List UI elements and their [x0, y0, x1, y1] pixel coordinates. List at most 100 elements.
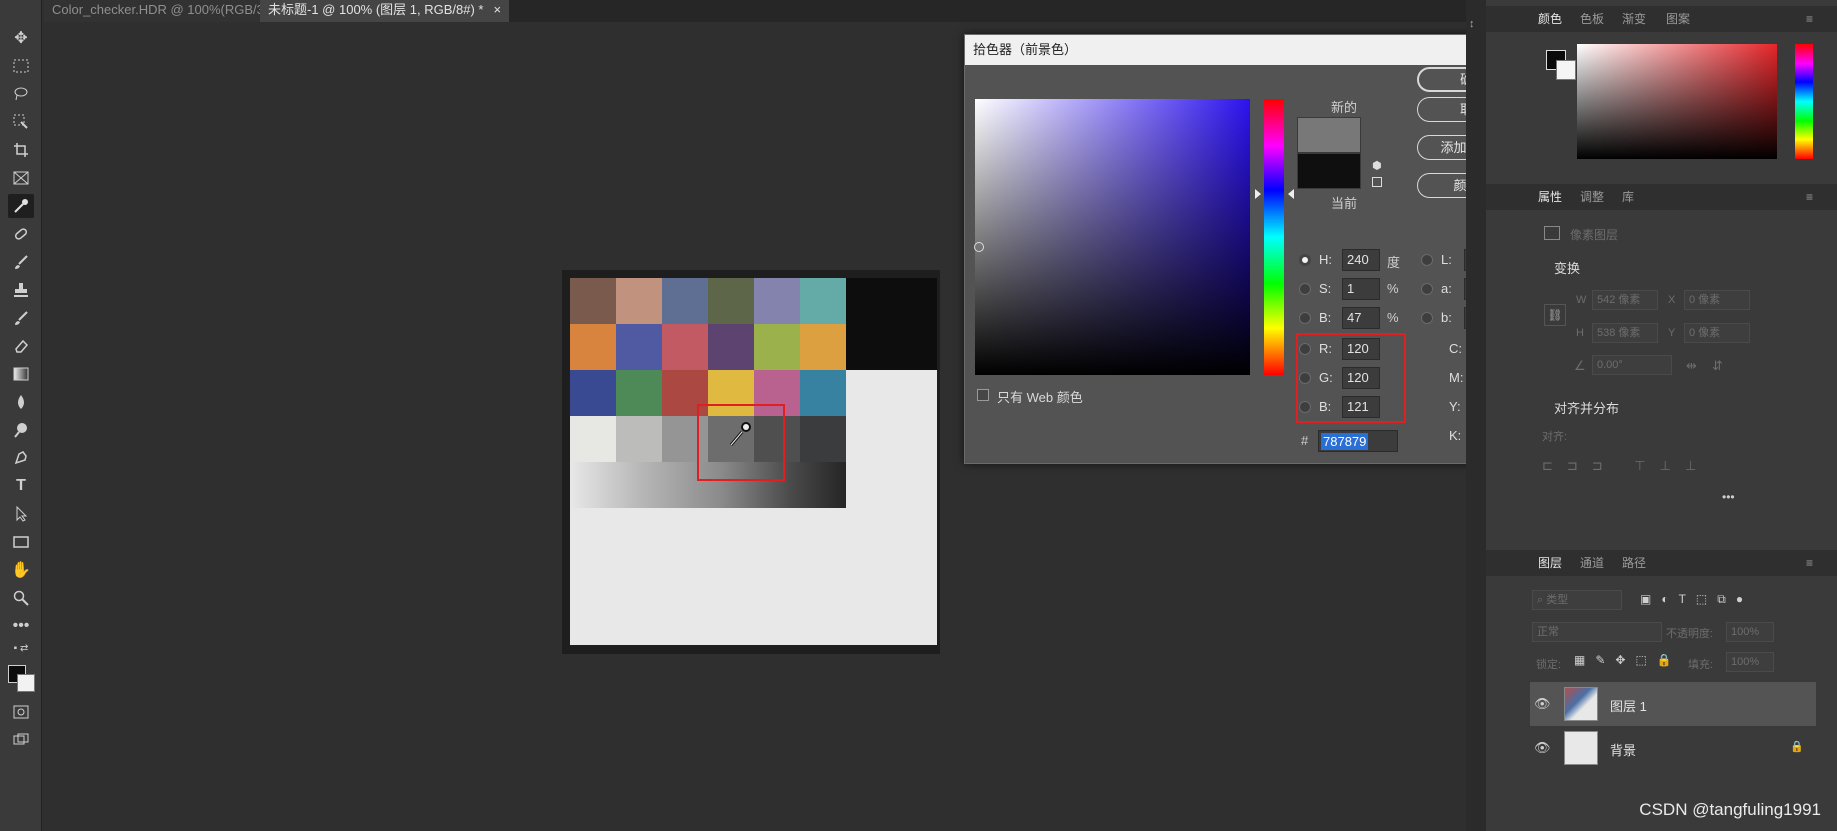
healing-brush-icon[interactable] [8, 222, 34, 246]
eyedropper-icon[interactable] [8, 194, 34, 218]
lightness-radio[interactable] [1421, 254, 1433, 266]
align-buttons-icon[interactable]: ⊏⊐⊐ ⊤⊥⊥ [1542, 458, 1710, 474]
brightness-radio[interactable] [1299, 312, 1311, 324]
tab-untitled-1[interactable]: 未标题-1 @ 100% (图层 1, RGB/8#) * × [260, 0, 510, 22]
more-options-icon[interactable]: ••• [1722, 490, 1735, 504]
hue-slider[interactable] [1264, 99, 1284, 375]
web-safe-icon[interactable] [1372, 177, 1382, 187]
color-panel-hue-slider[interactable] [1795, 44, 1813, 159]
history-brush-icon[interactable] [8, 306, 34, 330]
object-select-icon[interactable] [8, 110, 34, 134]
saturation-radio[interactable] [1299, 283, 1311, 295]
tab-libraries[interactable]: 库 [1622, 184, 1634, 210]
tab-paths[interactable]: 路径 [1622, 550, 1646, 576]
blue-input[interactable]: 121 [1342, 396, 1380, 418]
background-color-swatch[interactable] [17, 674, 35, 692]
quick-mask-icon[interactable] [8, 700, 34, 724]
lock-options-icons[interactable]: ▦✎✥⬚🔒 [1574, 653, 1682, 667]
red-input[interactable]: 120 [1342, 338, 1380, 360]
flip-vertical-icon[interactable]: ⇵ [1712, 358, 1723, 374]
height-input[interactable]: 538 像素 [1592, 323, 1658, 343]
layer-kind-filter[interactable]: ⌕ 类型 [1532, 590, 1622, 610]
layer-filter-icons[interactable]: ▣◐T⬚⧉● [1640, 592, 1753, 607]
green-input[interactable]: 120 [1342, 367, 1380, 389]
layer-name[interactable]: 背景 [1610, 740, 1636, 759]
width-input[interactable]: 542 像素 [1592, 290, 1658, 310]
color-patch [800, 278, 846, 324]
link-icon[interactable]: ⛓ [1544, 304, 1566, 326]
current-color-swatch[interactable] [1297, 153, 1361, 189]
more-icon[interactable]: ••• [8, 614, 34, 638]
fill-input[interactable]: 100% [1726, 652, 1774, 672]
move-icon[interactable]: ✥ [8, 26, 34, 50]
y-input[interactable]: 0 像素 [1684, 323, 1750, 343]
dodge-icon[interactable] [8, 418, 34, 442]
eraser-icon[interactable] [8, 334, 34, 358]
zoom-icon[interactable] [8, 586, 34, 610]
saturation-brightness-field[interactable] [975, 99, 1250, 375]
swap-colors-icon[interactable]: ▪ ⇄ [8, 640, 34, 656]
tab-color[interactable]: 颜色 [1538, 6, 1562, 32]
type-icon[interactable]: T [8, 474, 34, 498]
tab-properties[interactable]: 属性 [1538, 184, 1562, 210]
marquee-icon[interactable] [8, 54, 34, 78]
stamp-icon[interactable] [8, 278, 34, 302]
green-radio[interactable] [1299, 372, 1311, 384]
color-panel-field[interactable] [1577, 44, 1777, 159]
saturation-input[interactable]: 1 [1342, 278, 1380, 300]
panel-menu-icon[interactable]: ≡ [1806, 550, 1813, 576]
crop-icon[interactable] [8, 138, 34, 162]
lasso-icon[interactable] [8, 82, 34, 106]
b-channel-radio[interactable] [1421, 312, 1433, 324]
hue-input[interactable]: 240 [1342, 249, 1380, 271]
tab-gradients[interactable]: 渐变 [1622, 6, 1646, 32]
pen-icon[interactable] [8, 446, 34, 470]
screen-mode-icon[interactable] [8, 728, 34, 752]
panel-menu-icon[interactable]: ≡ [1806, 184, 1813, 210]
color-field-marker[interactable] [974, 242, 984, 252]
hue-radio[interactable] [1299, 254, 1311, 266]
angle-icon: ∠ [1574, 358, 1586, 373]
flip-horizontal-icon[interactable]: ⇹ [1686, 358, 1697, 374]
out-of-gamut-cube-icon[interactable]: ⬢ [1372, 159, 1384, 172]
history-panel-icon[interactable]: ↕ [1469, 18, 1483, 32]
web-colors-only-checkbox[interactable] [977, 389, 989, 401]
color-patch [570, 416, 616, 462]
angle-input[interactable]: 0.00° [1592, 355, 1672, 375]
saturation-unit: % [1387, 281, 1399, 296]
rectangle-icon[interactable] [8, 530, 34, 554]
panel-menu-icon[interactable]: ≡ [1806, 6, 1813, 32]
hex-input[interactable]: 787879 [1318, 430, 1398, 452]
hand-icon[interactable]: ✋ [8, 558, 34, 582]
tab-channels[interactable]: 通道 [1580, 550, 1604, 576]
brush-icon[interactable] [8, 250, 34, 274]
gradient-icon[interactable] [8, 362, 34, 386]
hue-slider-left-arrow-icon[interactable] [1255, 189, 1261, 199]
opacity-input[interactable]: 100% [1726, 622, 1774, 642]
document-tab-bar: Color_checker.HDR @ 100%(RGB/32*) × 未标题-1… [44, 0, 1466, 22]
a-channel-radio[interactable] [1421, 283, 1433, 295]
brightness-input[interactable]: 47 [1342, 307, 1380, 329]
x-input[interactable]: 0 像素 [1684, 290, 1750, 310]
red-radio[interactable] [1299, 343, 1311, 355]
panel-background-swatch[interactable] [1556, 60, 1576, 80]
tab-swatches[interactable]: 色板 [1580, 6, 1604, 32]
transform-title[interactable]: 变换 [1554, 258, 1580, 277]
blend-mode-select[interactable]: 正常 [1532, 622, 1662, 642]
blur-icon[interactable] [8, 390, 34, 414]
hue-label: H: [1319, 252, 1332, 267]
frame-icon[interactable] [8, 166, 34, 190]
close-icon[interactable]: × [493, 2, 501, 17]
tab-layers[interactable]: 图层 [1538, 550, 1562, 576]
tab-patterns[interactable]: 图案 [1666, 6, 1690, 32]
align-label: 对齐: [1542, 431, 1568, 443]
tab-adjustments[interactable]: 调整 [1580, 184, 1604, 210]
layer-name[interactable]: 图层 1 [1610, 696, 1647, 715]
path-select-icon[interactable] [8, 502, 34, 526]
blue-radio[interactable] [1299, 401, 1311, 413]
color-patch [570, 370, 616, 416]
visibility-eye-icon[interactable]: 👁 [1534, 740, 1552, 755]
visibility-eye-icon[interactable]: 👁 [1534, 696, 1552, 711]
align-distribute-title[interactable]: 对齐并分布 [1554, 398, 1619, 417]
hue-slider-right-arrow-icon[interactable] [1288, 189, 1294, 199]
